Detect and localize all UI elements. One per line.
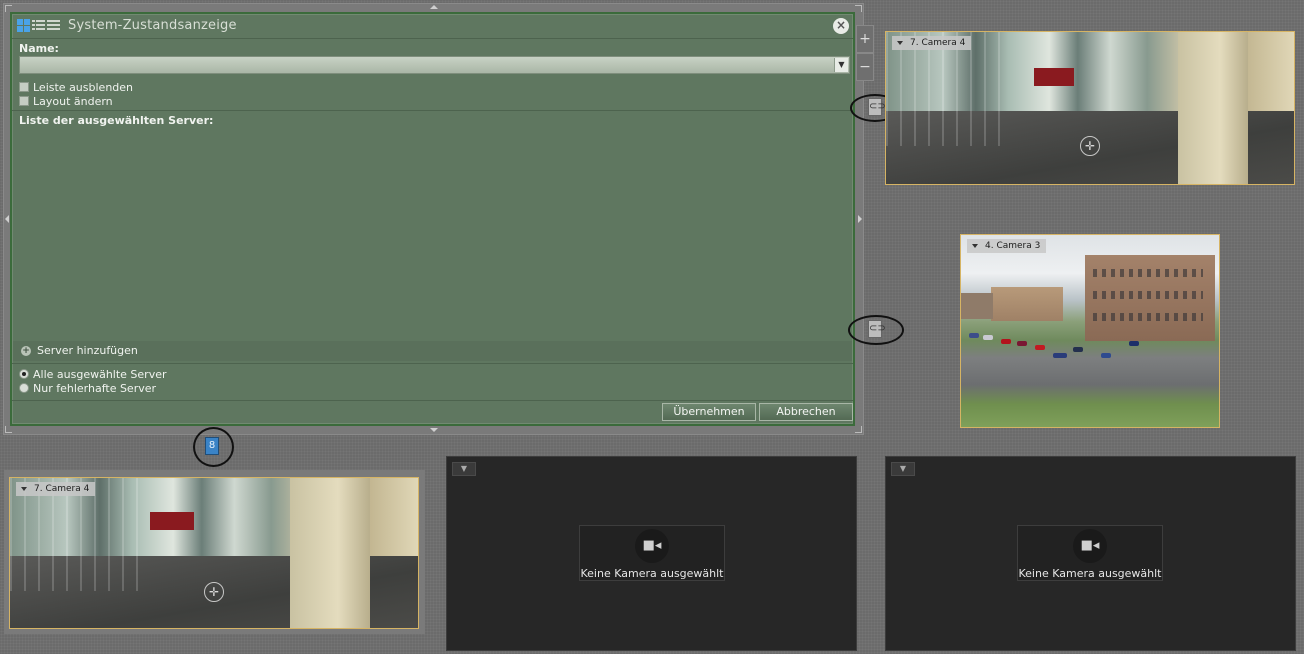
radio-faulty-servers-label: Nur fehlerhafte Server [33, 382, 157, 395]
chevron-down-icon [972, 244, 978, 248]
camera-feed-car [1073, 347, 1083, 352]
add-server-button[interactable]: + Server hinzufügen [13, 341, 852, 361]
system-status-dialog: System-Zustandsanzeige × Name: ▼ Leiste … [10, 12, 855, 426]
cancel-button[interactable]: Abbrechen [759, 403, 853, 421]
camera-label[interactable]: 4. Camera 3 [967, 239, 1047, 253]
chevron-down-icon [897, 41, 903, 45]
dialog-titlebar[interactable]: System-Zustandsanzeige × [12, 14, 853, 39]
zoom-in-button[interactable]: + [856, 25, 874, 53]
link-icon[interactable]: ⊂⊃ [868, 98, 886, 116]
camera-name: 7. Camera 4 [34, 484, 90, 494]
ptz-control-icon[interactable]: ✛ [1080, 136, 1100, 156]
resize-corner-bottom-right[interactable] [855, 426, 862, 433]
camera-feed-car [1101, 353, 1111, 358]
name-dropdown[interactable]: ▼ [19, 56, 850, 74]
zoom-out-button[interactable]: − [856, 53, 874, 81]
camera-icon: ■◂ [635, 529, 669, 563]
list-view-icon[interactable] [47, 19, 60, 32]
empty-camera-tile-center[interactable]: ▼ ■◂ Keine Kamera ausgewählt [446, 456, 857, 651]
camera-tile-top-right[interactable]: 7. Camera 4 ✛ [885, 31, 1295, 185]
chevron-down-icon[interactable]: ▼ [891, 462, 915, 476]
chevron-down-icon[interactable]: ▼ [834, 58, 848, 72]
radio-faulty-servers[interactable] [19, 383, 29, 393]
scroll-right-arrow[interactable] [858, 215, 862, 223]
camera-feed-car [1053, 353, 1067, 358]
no-camera-text: Keine Kamera ausgewählt [1018, 567, 1162, 580]
hide-bar-checkbox[interactable] [19, 82, 29, 92]
add-server-label: Server hinzufügen [37, 344, 138, 357]
camera-feed-windows [1093, 269, 1203, 277]
resize-corner-top-left[interactable] [5, 5, 12, 12]
camera-feed-car [1129, 341, 1139, 346]
camera-feed-windows [1093, 313, 1203, 321]
camera-feed-furniture [1034, 68, 1074, 86]
no-camera-box[interactable]: ■◂ Keine Kamera ausgewählt [1017, 525, 1163, 581]
resize-corner-top-right[interactable] [855, 5, 862, 12]
empty-camera-tile-right[interactable]: ▼ ■◂ Keine Kamera ausgewählt [885, 456, 1296, 651]
camera-name: 4. Camera 3 [985, 241, 1041, 251]
chevron-down-icon [21, 487, 27, 491]
camera-feed-car [1001, 339, 1011, 344]
chevron-down-icon[interactable]: ▼ [452, 462, 476, 476]
apply-button[interactable]: Übernehmen [662, 403, 756, 421]
link-icon[interactable]: ⊂⊃ [868, 320, 886, 338]
camera-feed-car [1017, 341, 1027, 346]
camera-label[interactable]: 7. Camera 4 [16, 482, 96, 496]
camera-name: 7. Camera 4 [910, 38, 966, 48]
link-icon-active[interactable]: 8 [205, 437, 219, 455]
plus-circle-icon: + [21, 346, 31, 356]
change-layout-checkbox[interactable] [19, 96, 29, 106]
scroll-left-arrow[interactable] [5, 215, 9, 223]
close-button[interactable]: × [833, 18, 849, 34]
resize-corner-bottom-left[interactable] [5, 426, 12, 433]
name-label: Name: [19, 42, 59, 55]
camera-feed-windows [1093, 291, 1203, 299]
camera-feed-car [1035, 345, 1045, 350]
grid-view-icon[interactable] [17, 19, 30, 32]
scroll-up-arrow[interactable] [430, 5, 438, 9]
dialog-title: System-Zustandsanzeige [68, 18, 237, 33]
camera-tile-bottom-left[interactable]: 7. Camera 4 ✛ [9, 477, 419, 629]
divider [12, 400, 853, 401]
camera-feed-car [969, 333, 979, 338]
server-list-label: Liste der ausgewählten Server: [19, 114, 214, 127]
camera-icon: ■◂ [1073, 529, 1107, 563]
scroll-down-arrow[interactable] [430, 428, 438, 432]
camera-tile-middle-right[interactable]: 4. Camera 3 [960, 234, 1220, 428]
radio-all-servers[interactable] [19, 369, 29, 379]
detail-list-view-icon[interactable] [32, 19, 45, 32]
divider [12, 363, 853, 364]
camera-feed-car [983, 335, 993, 340]
camera-feed-building [961, 293, 993, 319]
ptz-control-icon[interactable]: ✛ [204, 582, 224, 602]
no-camera-text: Keine Kamera ausgewählt [580, 567, 724, 580]
camera-feed-pillar [290, 478, 370, 628]
radio-all-servers-label: Alle ausgewählte Server [33, 368, 167, 381]
server-list[interactable]: Liste der ausgewählten Server: [13, 111, 852, 341]
camera-feed-building [991, 287, 1063, 321]
hide-bar-label: Leiste ausblenden [33, 81, 134, 94]
camera-feed-furniture [150, 512, 194, 530]
change-layout-label: Layout ändern [33, 95, 113, 108]
no-camera-box[interactable]: ■◂ Keine Kamera ausgewählt [579, 525, 725, 581]
camera-feed-pillar [1178, 32, 1248, 184]
camera-label[interactable]: 7. Camera 4 [892, 36, 972, 50]
